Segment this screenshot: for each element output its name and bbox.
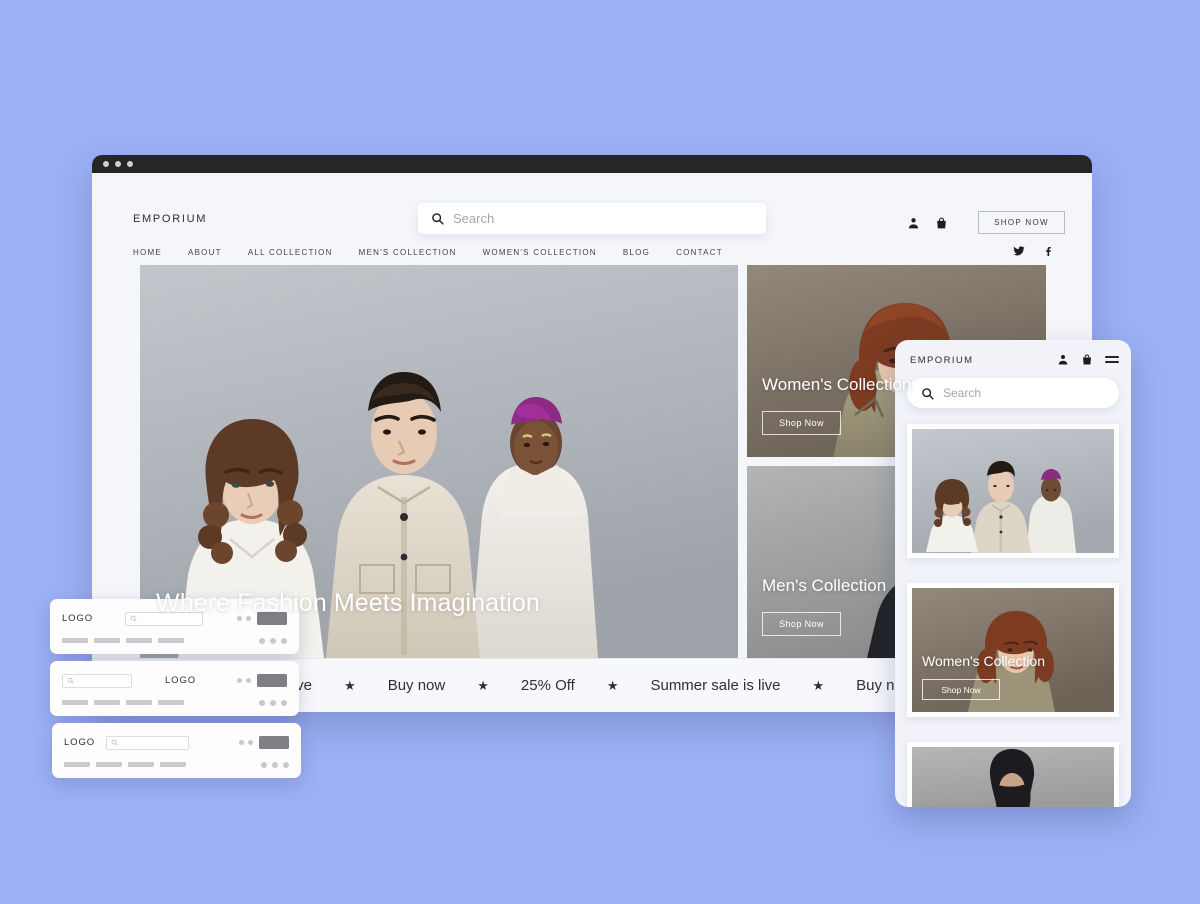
wireframe-icon-dots [239,740,253,745]
category-title-womens: Women's Collection [762,375,911,395]
dot [259,700,265,706]
wireframe-footer-dots [259,638,287,644]
nav-item-blog[interactable]: BLOG [623,248,650,257]
wireframe-logo: LOGO [62,613,93,624]
marquee-item: Buy now [388,677,446,694]
nav-item-womens-collection[interactable]: WOMEN'S COLLECTION [483,248,597,257]
wireframe-nav-bar [160,762,186,767]
twitter-icon[interactable] [1013,245,1025,257]
site-header: EMPORIUM SHOP NOW [92,173,1092,235]
wireframe-cta-button[interactable] [259,736,289,749]
dot [237,678,242,683]
hamburger-menu-icon[interactable] [1105,356,1119,362]
dot [248,740,253,745]
wireframe-nav-bar [96,762,122,767]
mobile-hero-image [912,429,1114,553]
bag-icon[interactable] [1081,353,1093,366]
mobile-header: EMPORIUM [895,340,1131,382]
wireframe-footer-dots [261,762,289,768]
browser-titlebar [92,155,1092,173]
wireframe-search-field[interactable] [62,674,132,688]
marquee-item: 25% Off [521,677,575,694]
search-icon [130,615,137,622]
star-icon: ★ [607,678,619,694]
mobile-card-womens[interactable]: Women's Collection Shop Now [907,583,1119,717]
search-icon [431,212,444,225]
dot [281,700,287,706]
star-icon: ★ [477,678,489,694]
nav-item-mens-collection[interactable]: MEN'S COLLECTION [359,248,457,257]
wireframe-nav-bar [62,700,88,705]
user-icon[interactable] [907,216,920,230]
marquee-item: Summer sale is live [650,677,780,694]
wireframe-footer-dots [259,700,287,706]
search-bar[interactable] [418,203,766,234]
dot [239,740,244,745]
wireframe-cta-button[interactable] [257,674,287,687]
window-close-dot[interactable] [103,161,109,167]
dot [281,638,287,644]
wireframe-search-field[interactable] [106,736,189,750]
mobile-shop-now-button[interactable]: Shop Now [922,679,1000,700]
mobile-card-list: Women's Collection Shop Now [907,424,1119,807]
wireframe-nav-bar [126,638,152,643]
star-icon: ★ [813,678,825,694]
star-icon: ★ [344,678,356,694]
page-canvas: EMPORIUM SHOP NOW [0,0,1200,904]
window-minimize-dot[interactable] [115,161,121,167]
facebook-icon[interactable] [1042,245,1054,257]
main-nav: HOME ABOUT ALL COLLECTION MEN'S COLLECTI… [133,248,723,257]
search-icon [67,677,74,684]
wireframe-nav-bar [128,762,154,767]
shop-now-button-womens[interactable]: Shop Now [762,411,841,435]
wireframe-nav-bar [62,638,88,643]
shop-now-button[interactable]: SHOP NOW [978,211,1065,234]
wireframe-nav-bar [158,700,184,705]
mobile-search-input[interactable] [943,386,1105,400]
wireframe-icon-dots [237,678,251,683]
mobile-header-icons [1057,353,1119,366]
bag-icon[interactable] [935,216,948,230]
header-actions: SHOP NOW [907,211,1065,234]
mobile-search-bar[interactable] [907,378,1119,408]
mobile-card-partial[interactable] [907,742,1119,807]
search-icon [921,387,934,400]
dot [270,638,276,644]
dot [259,638,265,644]
nav-item-all-collection[interactable]: ALL COLLECTION [248,248,333,257]
dot [272,762,278,768]
dot [246,678,251,683]
dot [283,762,289,768]
site-brand: EMPORIUM [133,213,207,225]
category-title-mens: Men's Collection [762,576,886,596]
wireframe-card-logo-center[interactable]: LOGO [50,661,299,716]
wireframe-nav-bar [94,638,120,643]
wireframe-nav-bar [64,762,90,767]
mobile-preview-panel: EMPORIUM [895,340,1131,807]
user-icon[interactable] [1057,353,1069,366]
wireframe-logo: LOGO [165,675,196,686]
nav-item-contact[interactable]: CONTACT [676,248,723,257]
mobile-card-hero[interactable] [907,424,1119,558]
mobile-card-title: Women's Collection [922,653,1045,669]
hero-title: Where Fashion Meets Imagination [156,589,540,618]
hero-banner[interactable]: Where Fashion Meets Imagination [140,265,738,658]
wireframe-logo: LOGO [64,737,95,748]
wireframe-nav-bar [94,700,120,705]
search-input[interactable] [453,211,753,226]
wireframe-nav-bar [126,700,152,705]
mobile-partial-image [912,747,1114,807]
search-icon [111,739,118,746]
nav-item-home[interactable]: HOME [133,248,162,257]
wireframe-nav-bar [158,638,184,643]
mobile-brand: EMPORIUM [910,355,973,366]
wireframe-card-logo-search-left[interactable]: LOGO [52,723,301,778]
dot [270,700,276,706]
social-links [1013,245,1054,257]
dot [261,762,267,768]
nav-item-about[interactable]: ABOUT [188,248,222,257]
window-maximize-dot[interactable] [127,161,133,167]
shop-now-button-mens[interactable]: Shop Now [762,612,841,636]
